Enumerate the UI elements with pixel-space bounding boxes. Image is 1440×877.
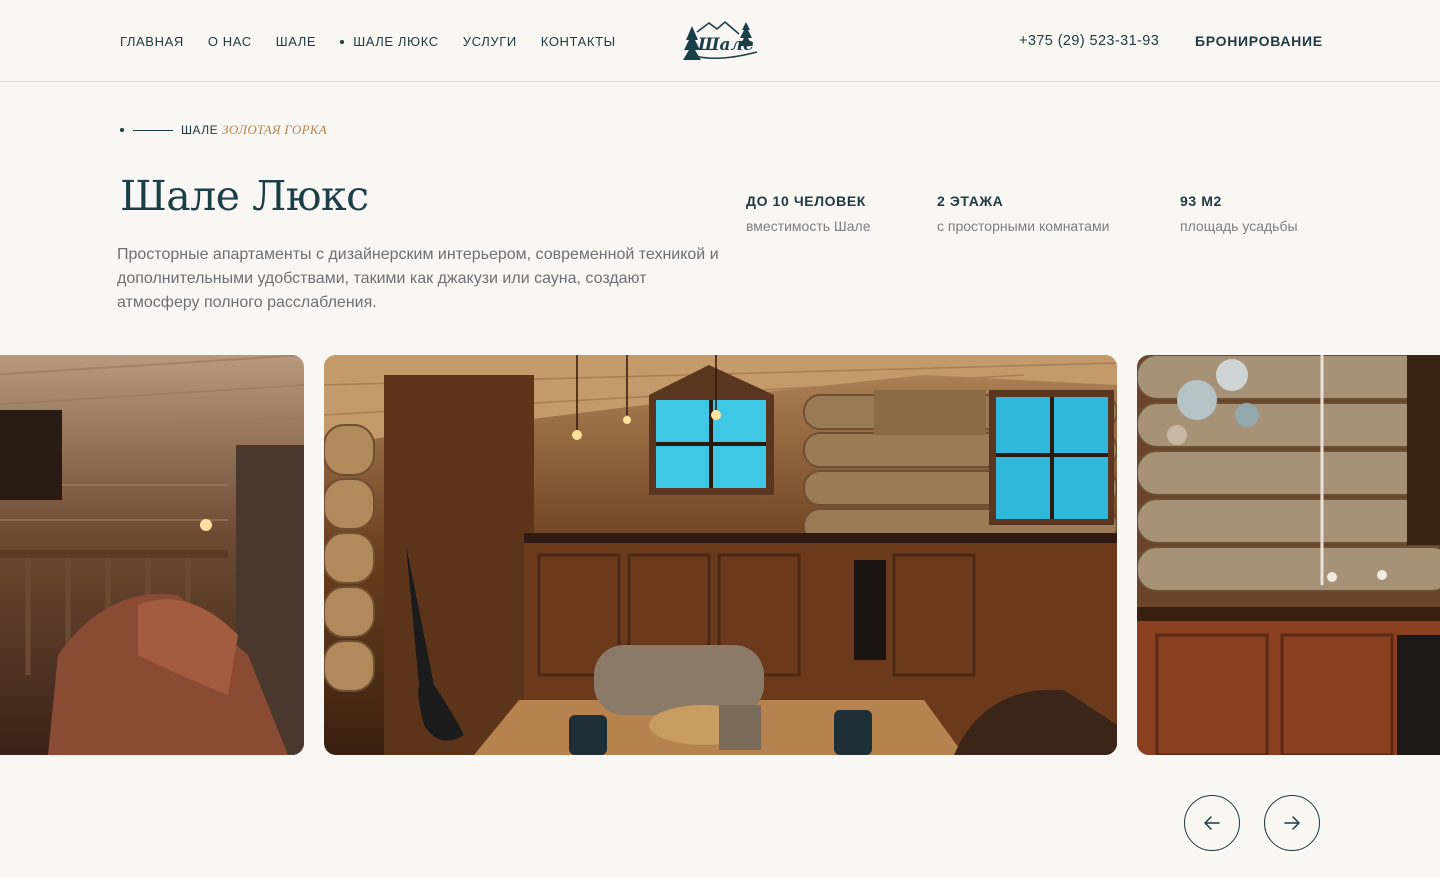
nav-item-label: ГЛАВНАЯ — [120, 34, 184, 49]
nav-item-services[interactable]: УСЛУГИ — [463, 34, 517, 49]
nav-item-contacts[interactable]: КОНТАКТЫ — [541, 34, 616, 49]
stat-label: с просторными комнатами — [937, 218, 1110, 234]
site-header: ГЛАВНАЯ О НАС ШАЛЕ ШАЛЕ ЛЮКС УСЛУГИ КОНТ… — [0, 0, 1440, 82]
stat-capacity: ДО 10 ЧЕЛОВЕК вместимость Шале — [746, 193, 871, 234]
nav-item-label: УСЛУГИ — [462, 34, 517, 49]
stat-value: 93 М2 — [1180, 193, 1222, 209]
stat-value: 2 ЭТАЖА — [937, 193, 1004, 209]
site-logo[interactable]: Шале — [683, 18, 759, 64]
gallery-slide-kitchen-wall[interactable] — [1137, 355, 1440, 755]
nav-item-chalet-lux[interactable]: ШАЛЕ ЛЮКС — [340, 34, 439, 49]
arrow-left-icon — [1204, 816, 1220, 830]
stat-area: 93 М2 площадь усадьбы — [1180, 193, 1298, 234]
page-description: Просторные апартаменты с дизайнерским ин… — [117, 246, 719, 311]
breadcrumb: ШАЛЕ ЗОЛОТАЯ ГОРКА — [120, 122, 327, 138]
stat-value: ДО 10 ЧЕЛОВЕК — [746, 193, 866, 209]
kitchen-photo — [324, 355, 1117, 755]
main-nav: ГЛАВНАЯ О НАС ШАЛЕ ШАЛЕ ЛЮКС УСЛУГИ КОНТ… — [120, 34, 640, 49]
gallery-slide-kitchen[interactable] — [324, 355, 1117, 755]
nav-item-label: КОНТАКТЫ — [540, 34, 616, 49]
nav-item-label: ШАЛЕ ЛЮКС — [353, 34, 439, 49]
stat-floors: 2 ЭТАЖА с просторными комнатами — [937, 193, 1109, 234]
breadcrumb-section: ШАЛЕ — [181, 123, 219, 137]
stat-label: площадь усадьбы — [1180, 218, 1298, 234]
page-title: Шале Люкс — [120, 172, 369, 220]
fir-tree-logo-icon: Шале — [683, 20, 758, 60]
breadcrumb-divider — [133, 129, 173, 131]
breadcrumb-location: ЗОЛОТАЯ ГОРКА — [222, 122, 328, 137]
kitchen-wall-photo — [1137, 355, 1440, 755]
nav-item-label: О НАС — [207, 34, 252, 49]
gallery-prev-button[interactable] — [1184, 795, 1240, 851]
gallery-slide-living-room[interactable] — [0, 355, 304, 755]
nav-item-home[interactable]: ГЛАВНАЯ — [120, 34, 184, 49]
nav-item-label: ШАЛЕ — [275, 34, 317, 49]
arrow-right-icon — [1284, 816, 1300, 830]
booking-button[interactable]: БРОНИРОВАНИЕ — [1195, 33, 1323, 49]
stat-label: вместимость Шале — [746, 218, 871, 234]
active-indicator-dot — [340, 39, 345, 44]
phone-link[interactable]: +375 (29) 523-31-93 — [1019, 33, 1159, 49]
gallery-next-button[interactable] — [1264, 795, 1320, 851]
living-room-photo — [0, 355, 304, 755]
logo-text: Шале — [697, 35, 754, 55]
breadcrumb-dot — [120, 128, 124, 132]
nav-item-chalet[interactable]: ШАЛЕ — [276, 34, 316, 49]
nav-item-about[interactable]: О НАС — [208, 34, 252, 49]
